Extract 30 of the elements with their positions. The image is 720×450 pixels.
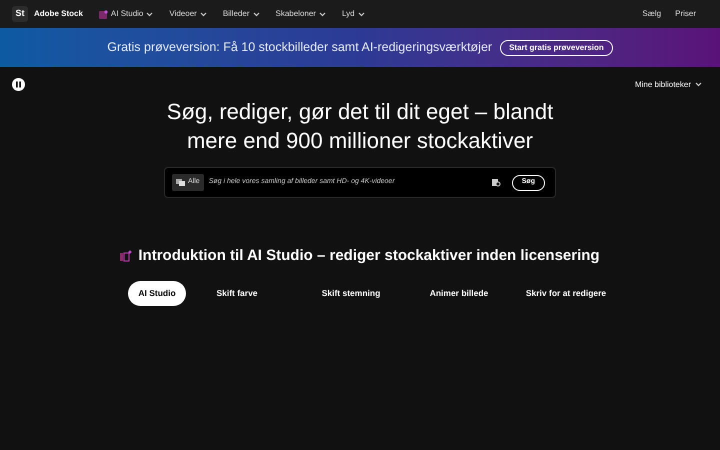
media-icon [176,179,185,186]
logo-mark[interactable]: St [12,6,28,22]
nav-link[interactable]: Billeder [222,8,260,20]
visual-search-icon[interactable] [492,178,501,187]
nav-link[interactable]: AI Studio [98,8,154,20]
libraries-menu[interactable]: Mine biblioteker [634,78,702,90]
tab[interactable]: Skift stemning [288,280,414,306]
section-title: Introduktion til AI Studio – rediger stockaktiver inden licensering [138,246,600,266]
brand-name[interactable]: Adobe Stock [34,8,83,20]
trial-button[interactable]: Start gratis prøveversion [500,40,613,56]
caret-icon [252,12,260,16]
tab[interactable]: AI Studio [128,280,186,306]
caret-icon [200,12,207,16]
caret-icon [318,12,326,16]
tab[interactable]: Animer billede [414,280,504,306]
caret-icon [695,82,702,87]
tab[interactable]: Skriv for at redigere [504,280,628,306]
tab[interactable]: Skift farve [186,280,288,306]
ai-studio-icon [98,10,108,18]
caret-icon [146,12,154,16]
nav-link[interactable]: Sælg [642,8,662,20]
nav-link[interactable]: Videoer [169,8,207,20]
caret-icon [358,12,365,16]
banner-text: Gratis prøveversion: Få 10 stockbilleder samt AI-redigeringsværktøjer [107,39,492,56]
pause-icon[interactable] [12,78,25,91]
headline: Søg, rediger, gør det til dit eget – blandt mere end 900 millioner stockaktiver [166,98,554,155]
nav-link[interactable]: Priser [675,8,696,20]
nav-link[interactable]: Skabeloner [276,8,326,20]
ai-studio-icon [120,250,132,262]
nav-link[interactable]: Lyd [342,8,365,20]
